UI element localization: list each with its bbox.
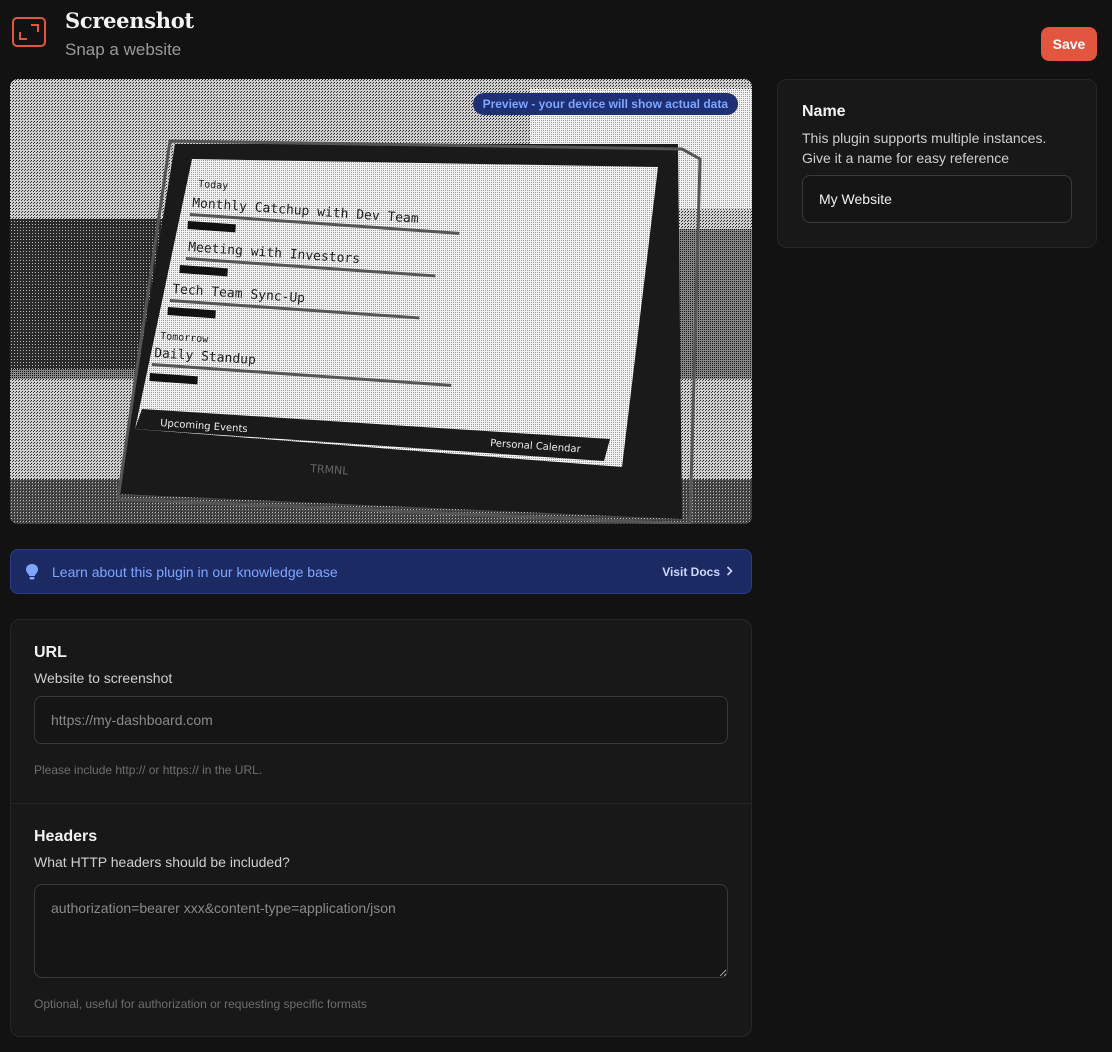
device-day-today: Today bbox=[198, 179, 229, 192]
name-input[interactable] bbox=[802, 175, 1072, 223]
url-field-title: URL bbox=[34, 644, 67, 661]
url-field-hint: Please include http:// or https:// in th… bbox=[34, 763, 263, 777]
headers-textarea[interactable] bbox=[34, 884, 728, 978]
visit-docs-link[interactable]: Visit Docs bbox=[662, 565, 733, 579]
page-title: Screenshot bbox=[65, 8, 194, 33]
device-preview-illustration: Today Monthly Catchup with Dev Team Meet… bbox=[10, 79, 752, 524]
plugin-preview-image: Today Monthly Catchup with Dev Team Meet… bbox=[10, 79, 752, 524]
knowledge-base-text: Learn about this plugin in our knowledge… bbox=[52, 564, 338, 580]
save-button[interactable]: Save bbox=[1041, 27, 1097, 61]
headers-field-description: What HTTP headers should be included? bbox=[34, 854, 290, 870]
name-card: Name This plugin supports multiple insta… bbox=[777, 79, 1097, 248]
knowledge-base-banner: Learn about this plugin in our knowledge… bbox=[10, 549, 752, 594]
chevron-right-icon bbox=[726, 565, 733, 579]
headers-field-hint: Optional, useful for authorization or re… bbox=[34, 997, 367, 1011]
lightbulb-icon bbox=[26, 564, 38, 580]
url-input[interactable] bbox=[34, 696, 728, 744]
page-subtitle: Snap a website bbox=[65, 40, 182, 59]
settings-form-card: URL Website to screenshot Please include… bbox=[10, 619, 752, 1037]
name-field-title: Name bbox=[802, 103, 846, 120]
url-field-description: Website to screenshot bbox=[34, 670, 173, 686]
preview-badge: Preview - your device will show actual d… bbox=[472, 93, 738, 115]
headers-field-title: Headers bbox=[34, 828, 98, 845]
screenshot-icon bbox=[12, 17, 46, 47]
name-field-description-2: Give it a name for easy reference bbox=[802, 150, 1009, 166]
form-divider bbox=[11, 803, 751, 804]
visit-docs-label: Visit Docs bbox=[662, 565, 720, 579]
page-header: Screenshot Snap a website Save bbox=[0, 0, 1112, 74]
name-field-description-1: This plugin supports multiple instances. bbox=[802, 130, 1047, 146]
